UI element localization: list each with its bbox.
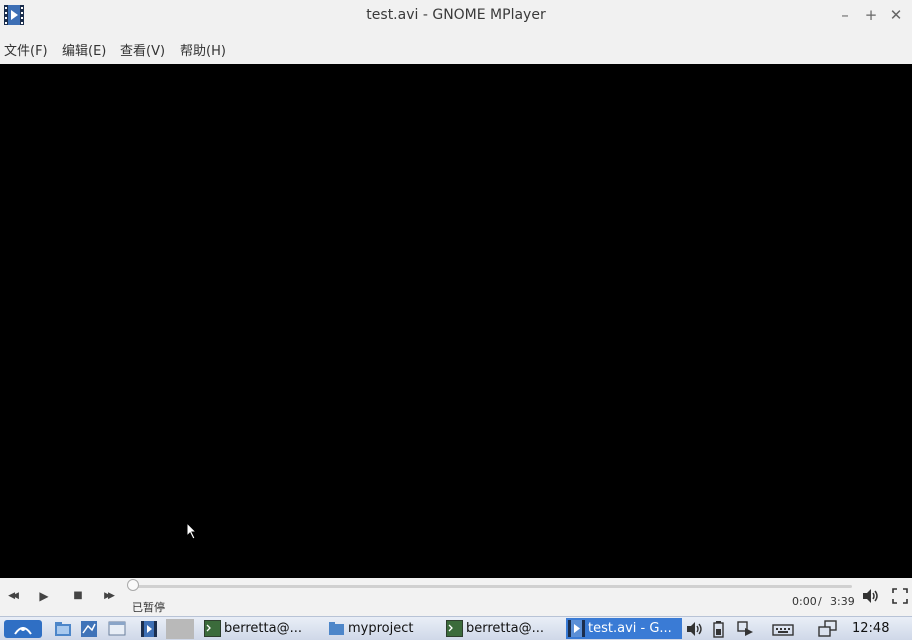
taskbar: berretta@... myproject berretta@... test…: [0, 616, 912, 640]
play-button[interactable]: ▶: [34, 588, 54, 604]
maximize-button[interactable]: +: [862, 6, 880, 24]
menu-bar: 文件(F) 编辑(E) 查看(V) 帮助(H): [0, 32, 912, 64]
fast-forward-button[interactable]: ▶▶: [98, 588, 118, 604]
video-area[interactable]: [0, 64, 912, 578]
task-label: myproject: [348, 621, 414, 636]
playback-controls: ◀◀ ▶ ■ ▶▶ 已暂停 0:00 / 3:39: [0, 578, 912, 616]
terminal-icon: [446, 620, 463, 637]
screens-tray-icon[interactable]: [818, 620, 838, 638]
task-test-avi[interactable]: test.avi - G...: [566, 618, 682, 639]
file-manager-icon[interactable]: [54, 620, 72, 638]
rewind-button[interactable]: ◀◀: [2, 588, 22, 604]
workspace-pager[interactable]: [166, 619, 194, 639]
playback-status: 已暂停: [132, 601, 165, 614]
task-label: berretta@...: [466, 621, 544, 636]
folder-icon: [329, 622, 344, 635]
keyboard-tray-icon[interactable]: [772, 620, 794, 638]
desktop-icon[interactable]: [108, 620, 126, 638]
task-terminal-1[interactable]: berretta@...: [202, 618, 320, 639]
seek-handle[interactable]: [127, 579, 139, 591]
current-time: 0:00: [792, 595, 817, 608]
stop-button[interactable]: ■: [68, 588, 88, 604]
network-icon[interactable]: [80, 620, 98, 638]
total-time: 3:39: [830, 595, 855, 608]
video-player-launcher-icon[interactable]: [140, 620, 158, 638]
title-bar[interactable]: test.avi - GNOME MPlayer – + ✕: [0, 0, 912, 32]
clock[interactable]: 12:48: [852, 621, 889, 636]
menu-view[interactable]: 查看(V): [120, 40, 165, 59]
task-label: test.avi - G...: [588, 621, 672, 636]
menu-help[interactable]: 帮助(H): [180, 40, 226, 59]
seek-bar[interactable]: [132, 585, 852, 588]
close-button[interactable]: ✕: [887, 6, 905, 24]
volume-tray-icon[interactable]: [686, 620, 704, 638]
time-separator: /: [818, 595, 822, 608]
terminal-icon: [204, 620, 221, 637]
window-title: test.avi - GNOME MPlayer: [366, 7, 546, 23]
battery-tray-icon[interactable]: [710, 620, 728, 638]
volume-icon[interactable]: [862, 588, 880, 604]
menu-edit[interactable]: 编辑(E): [62, 40, 106, 59]
video-icon: [568, 620, 585, 637]
task-terminal-2[interactable]: berretta@...: [444, 618, 562, 639]
task-label: berretta@...: [224, 621, 302, 636]
network-tray-icon[interactable]: [736, 620, 754, 638]
mouse-cursor-icon: [186, 522, 198, 540]
task-folder-myproject[interactable]: myproject: [326, 618, 442, 639]
menu-file[interactable]: 文件(F): [4, 40, 48, 59]
start-menu-icon[interactable]: [4, 620, 42, 638]
fullscreen-icon[interactable]: [892, 588, 908, 604]
minimize-button[interactable]: –: [836, 6, 854, 24]
